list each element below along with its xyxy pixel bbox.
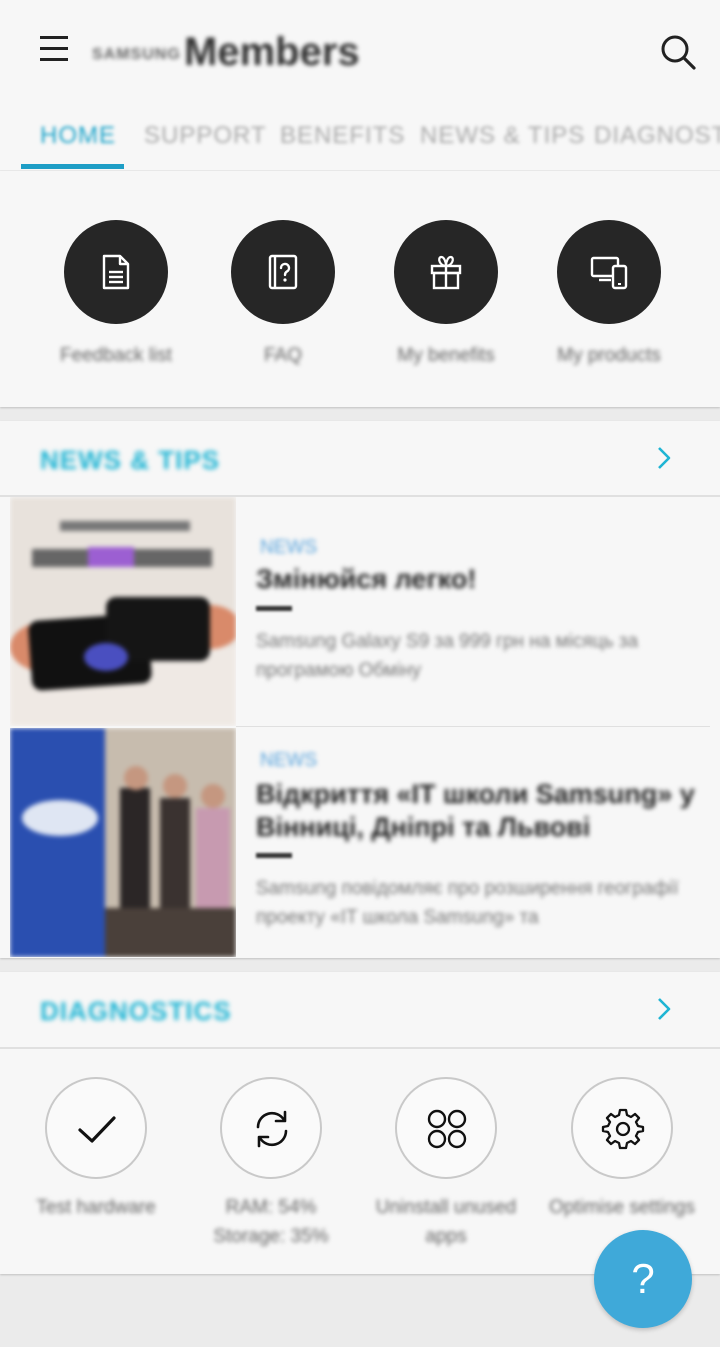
my-products-label: My products — [557, 345, 661, 366]
news-description: Samsung Galaxy S9 за 999 грн на місяць з… — [256, 631, 639, 681]
news-tag: NEWS — [260, 537, 317, 558]
section-divider — [0, 1047, 720, 1049]
test-hardware-button[interactable] — [45, 1077, 147, 1179]
hamburger-menu-icon[interactable] — [40, 36, 68, 66]
app-header: SAMSUNG Members HOME SUPPORT BENEFITS NE… — [0, 0, 720, 170]
checkmark-icon — [78, 1116, 116, 1143]
optimise-settings-button[interactable] — [571, 1077, 673, 1179]
news-thumbnail — [10, 497, 236, 726]
devices-icon — [590, 256, 628, 290]
uninstall-apps-label: Uninstall unused apps — [375, 1197, 517, 1247]
news-title: Змінюйся легко! — [256, 564, 477, 594]
news-item[interactable]: NEWS Змінюйся легко! Samsung Galaxy S9 з… — [10, 497, 710, 726]
gift-icon — [430, 255, 462, 290]
news-item[interactable]: NEWS Відкриття «IT школи Samsung» у Вінн… — [10, 728, 710, 957]
logo-app-name: Members — [184, 30, 360, 74]
refresh-icon — [256, 1110, 288, 1148]
help-icon: ? — [631, 1255, 655, 1302]
my-benefits-button[interactable] — [394, 220, 498, 324]
tab-home[interactable]: HOME — [40, 122, 116, 150]
faq-label: FAQ — [263, 345, 302, 366]
chevron-right-icon[interactable] — [654, 996, 674, 1022]
news-tag: NEWS — [260, 750, 317, 771]
apps-grid-icon — [427, 1109, 467, 1149]
search-icon[interactable] — [658, 32, 698, 72]
news-thumbnail — [10, 728, 236, 957]
tab-diagnostics[interactable]: DIAGNOSTICS — [594, 122, 720, 150]
chevron-right-icon[interactable] — [654, 445, 674, 471]
diagnostics-title: DIAGNOSTICS — [40, 996, 232, 1026]
diagnostics-card: DIAGNOSTICS Test hardware RAM: 54% Stora… — [0, 972, 720, 1274]
title-underline — [256, 606, 292, 611]
active-tab-indicator — [21, 164, 124, 169]
document-icon — [102, 254, 130, 290]
help-fab-button[interactable]: ? — [594, 1230, 692, 1328]
news-title: Відкриття «IT школи Samsung» у Вінниці, … — [256, 779, 695, 842]
test-hardware-label: Test hardware — [36, 1197, 156, 1218]
logo-brand-text: SAMSUNG — [92, 46, 181, 63]
news-divider — [236, 726, 710, 727]
uninstall-apps-button[interactable] — [395, 1077, 497, 1179]
main-tabs: HOME SUPPORT BENEFITS NEWS & TIPS DIAGNO… — [0, 108, 720, 170]
tab-benefits[interactable]: BENEFITS — [280, 122, 405, 150]
optimise-settings-label: Optimise settings — [549, 1197, 695, 1218]
phone-promo-image — [10, 497, 236, 726]
memory-storage-button[interactable] — [220, 1077, 322, 1179]
news-description: Samsung повідомляє про розширення геогра… — [256, 878, 679, 928]
faq-button[interactable] — [231, 220, 335, 324]
news-tips-card: NEWS & TIPS NEWS Змінюйся легко! Samsung… — [0, 421, 720, 958]
question-book-icon — [268, 254, 298, 290]
tab-support[interactable]: SUPPORT — [144, 122, 267, 150]
title-underline — [256, 853, 292, 858]
feedback-list-button[interactable] — [64, 220, 168, 324]
tab-news-tips[interactable]: NEWS & TIPS — [420, 122, 585, 150]
news-tips-title: NEWS & TIPS — [40, 445, 221, 475]
my-benefits-label: My benefits — [397, 345, 495, 366]
memory-storage-label: RAM: 54% Storage: 35% — [213, 1197, 329, 1247]
feedback-list-label: Feedback list — [60, 345, 172, 366]
my-products-button[interactable] — [557, 220, 661, 324]
gear-icon — [601, 1108, 645, 1150]
event-photo-image — [10, 728, 236, 957]
quick-actions-card: Feedback list FAQ My benefits My product… — [0, 171, 720, 407]
